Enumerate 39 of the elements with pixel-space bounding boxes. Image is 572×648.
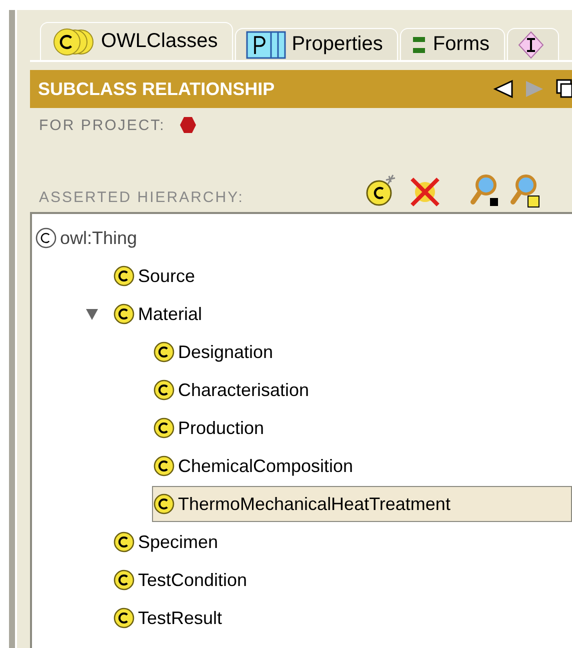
- class-icon: [153, 493, 175, 515]
- tab[interactable]: Properties: [234, 28, 398, 60]
- tab[interactable]: OWLClasses: [40, 22, 233, 60]
- class-icon: [153, 417, 175, 439]
- panel-title: SUBCLASS RELATIONSHIP: [38, 78, 275, 100]
- expanded-triangle-icon[interactable]: [85, 307, 99, 321]
- tree-item[interactable]: Designation: [152, 334, 282, 370]
- class-icon: [113, 265, 135, 287]
- tab[interactable]: Forms: [400, 28, 505, 60]
- hierarchy-label: ASSERTED HIERARCHY:: [39, 189, 245, 208]
- class-icon: [153, 455, 175, 477]
- tab[interactable]: [506, 28, 559, 60]
- class-icon: [153, 379, 175, 401]
- tree-item[interactable]: TestResult: [112, 600, 232, 636]
- back-arrow-icon[interactable]: [492, 79, 514, 99]
- class-icon: [113, 607, 135, 629]
- class-stack-icon: [51, 26, 95, 56]
- class-icon: [153, 341, 175, 363]
- diamond-icon: [518, 30, 544, 60]
- tree-item[interactable]: ThermoMechanicalHeatTreatment: [152, 486, 572, 522]
- tree-item[interactable]: Specimen: [112, 524, 228, 560]
- project-label: FOR PROJECT:: [39, 116, 166, 134]
- class-icon: [35, 227, 57, 249]
- class-icon: [113, 303, 135, 325]
- tree-item[interactable]: owl:Thing: [32, 220, 146, 256]
- tree-item[interactable]: ChemicalComposition: [152, 448, 362, 484]
- tree-item[interactable]: Material: [112, 296, 212, 332]
- windows-icon[interactable]: [556, 78, 572, 100]
- search-icon[interactable]: [470, 174, 500, 208]
- class-icon: [113, 531, 135, 553]
- add-class-icon[interactable]: [364, 174, 398, 208]
- tree-item[interactable]: Source: [112, 258, 204, 294]
- search-class-icon[interactable]: [510, 174, 540, 208]
- stop-icon: [179, 116, 198, 134]
- class-icon: [113, 569, 135, 591]
- tree-item[interactable]: Production: [152, 410, 274, 446]
- tree-item[interactable]: TestCondition: [112, 562, 256, 598]
- property-icon: [246, 30, 286, 58]
- tree-item[interactable]: Characterisation: [152, 372, 318, 408]
